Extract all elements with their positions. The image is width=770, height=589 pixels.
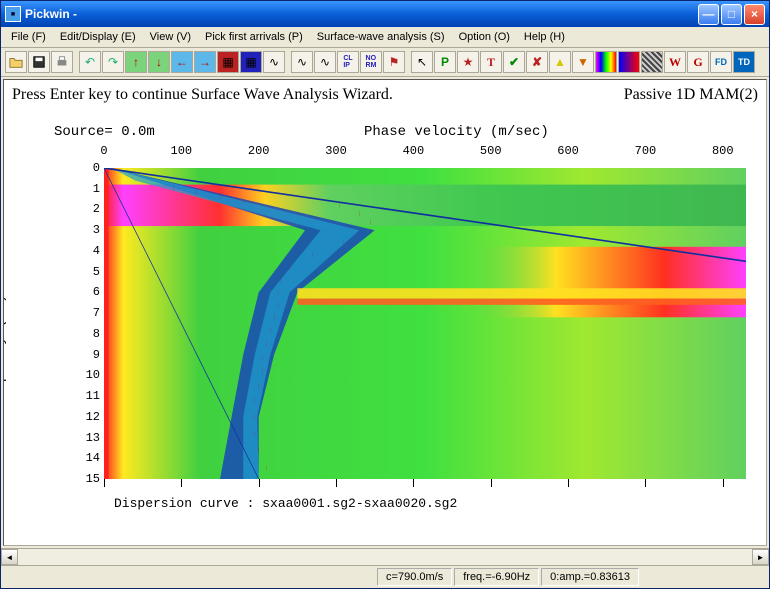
horizontal-scrollbar[interactable]: ◄ ► [1,548,769,565]
x-tick: 500 [471,144,511,158]
hatch-icon[interactable] [641,51,663,73]
title-bar: ■ Pickwin - — □ × [1,1,769,27]
menu-view[interactable]: View (V) [144,29,197,45]
content-pane: Press Enter key to continue Surface Wave… [3,79,767,546]
y-axis: 0123456789101112131415 [64,168,100,479]
plot-area[interactable]: Source= 0.0m Phase velocity (m/sec) Freq… [14,112,756,535]
y-tick: 3 [70,223,100,237]
wave-icon[interactable]: ∿ [263,51,285,73]
norm-icon[interactable]: NORM [360,51,382,73]
y-tick: 11 [70,389,100,403]
minimize-button[interactable]: — [698,4,719,25]
source-label: Source= 0.0m [54,124,155,140]
toolbar-divider [286,51,290,73]
window-controls: — □ × [698,4,765,25]
y-tick: 10 [70,368,100,382]
dispersion-heatmap[interactable] [104,168,746,479]
menu-bar: File (F) Edit/Display (E) View (V) Pick … [1,27,769,48]
y-tick: 9 [70,348,100,362]
scroll-left-button[interactable]: ◄ [1,549,18,565]
y-tick: 8 [70,327,100,341]
wave-thin-icon[interactable]: ∿ [291,51,313,73]
y-axis-label: Frequency (Hz) [3,294,8,412]
pick-p-icon[interactable]: P [434,51,456,73]
maximize-button[interactable]: □ [721,4,742,25]
y-tick: 12 [70,410,100,424]
arrow-down-icon[interactable]: ↓ [148,51,170,73]
status-velocity: c=790.0m/s [377,568,452,586]
x-tick: 0 [84,144,124,158]
x-tick: 400 [393,144,433,158]
x-tick: 300 [316,144,356,158]
x-tick: 600 [548,144,588,158]
menu-help[interactable]: Help (H) [518,29,571,45]
fd-icon[interactable]: FD [710,51,732,73]
close-button[interactable]: × [744,4,765,25]
status-amplitude: 0:amp.=0.83613 [541,568,639,586]
triangle-down-orange-icon[interactable]: ▼ [572,51,594,73]
grid-color-icon[interactable]: ▦ [217,51,239,73]
letter-g-icon[interactable]: G [687,51,709,73]
scroll-track[interactable] [18,549,752,565]
redo-icon[interactable]: ↷ [102,51,124,73]
toolbar-divider [74,51,78,73]
x-tick: 100 [161,144,201,158]
open-icon[interactable] [5,51,27,73]
wave-alt-icon[interactable]: ∿ [314,51,336,73]
undo-icon[interactable]: ↶ [79,51,101,73]
wizard-prompt: Press Enter key to continue Surface Wave… [12,86,393,104]
info-bar: Press Enter key to continue Surface Wave… [12,86,758,104]
print-icon[interactable] [51,51,73,73]
x-axis: 0100200300400500600700800 [104,144,746,162]
menu-file[interactable]: File (F) [5,29,52,45]
palette-rainbow-icon[interactable] [595,51,617,73]
x-axis-label: Phase velocity (m/sec) [364,124,549,140]
x-tick: 200 [239,144,279,158]
grid-resize-icon[interactable]: ▦ [240,51,262,73]
y-tick: 1 [70,182,100,196]
app-icon: ■ [5,6,21,22]
status-bar: c=790.0m/s freq.=-6.90Hz 0:amp.=0.83613 [1,565,769,588]
arrow-left-icon[interactable]: ← [171,51,193,73]
window-title: Pickwin - [25,7,698,21]
check-green-icon[interactable]: ✔ [503,51,525,73]
y-tick: 13 [70,431,100,445]
y-tick: 6 [70,285,100,299]
toolbar-divider [406,51,410,73]
arrow-up-icon[interactable]: ↑ [125,51,147,73]
menu-option[interactable]: Option (O) [453,29,516,45]
y-tick: 2 [70,202,100,216]
y-tick: 0 [70,161,100,175]
x-axis-ticks-bottom [104,479,746,489]
gradient-icon[interactable] [618,51,640,73]
td-icon[interactable]: TD [733,51,755,73]
y-tick: 14 [70,451,100,465]
save-icon[interactable] [28,51,50,73]
y-tick: 15 [70,472,100,486]
toolbar: ↶ ↷ ↑ ↓ ← → ▦ ▦ ∿ ∿ ∿ CLIP NORM ⚑ ↖ P ★ … [1,48,769,77]
clip-icon[interactable]: CLIP [337,51,359,73]
plot-caption: Dispersion curve : sxaa0001.sg2-sxaa0020… [114,496,457,511]
y-tick: 7 [70,306,100,320]
flag-icon[interactable]: ⚑ [383,51,405,73]
status-frequency: freq.=-6.90Hz [454,568,539,586]
letter-w-icon[interactable]: W [664,51,686,73]
arrow-right-icon[interactable]: → [194,51,216,73]
cursor-icon[interactable]: ↖ [411,51,433,73]
x-tick: 800 [703,144,743,158]
y-tick: 5 [70,265,100,279]
text-t-icon[interactable]: T [480,51,502,73]
menu-pick-first-arrivals[interactable]: Pick first arrivals (P) [199,29,309,45]
x-red-icon[interactable]: ✘ [526,51,548,73]
x-tick: 700 [625,144,665,158]
y-tick: 4 [70,244,100,258]
triangle-up-yellow-icon[interactable]: ▲ [549,51,571,73]
menu-surface-wave-analysis[interactable]: Surface-wave analysis (S) [311,29,451,45]
menu-edit-display[interactable]: Edit/Display (E) [54,29,142,45]
star-icon[interactable]: ★ [457,51,479,73]
analysis-mode: Passive 1D MAM(2) [624,86,758,104]
scroll-right-button[interactable]: ► [752,549,769,565]
